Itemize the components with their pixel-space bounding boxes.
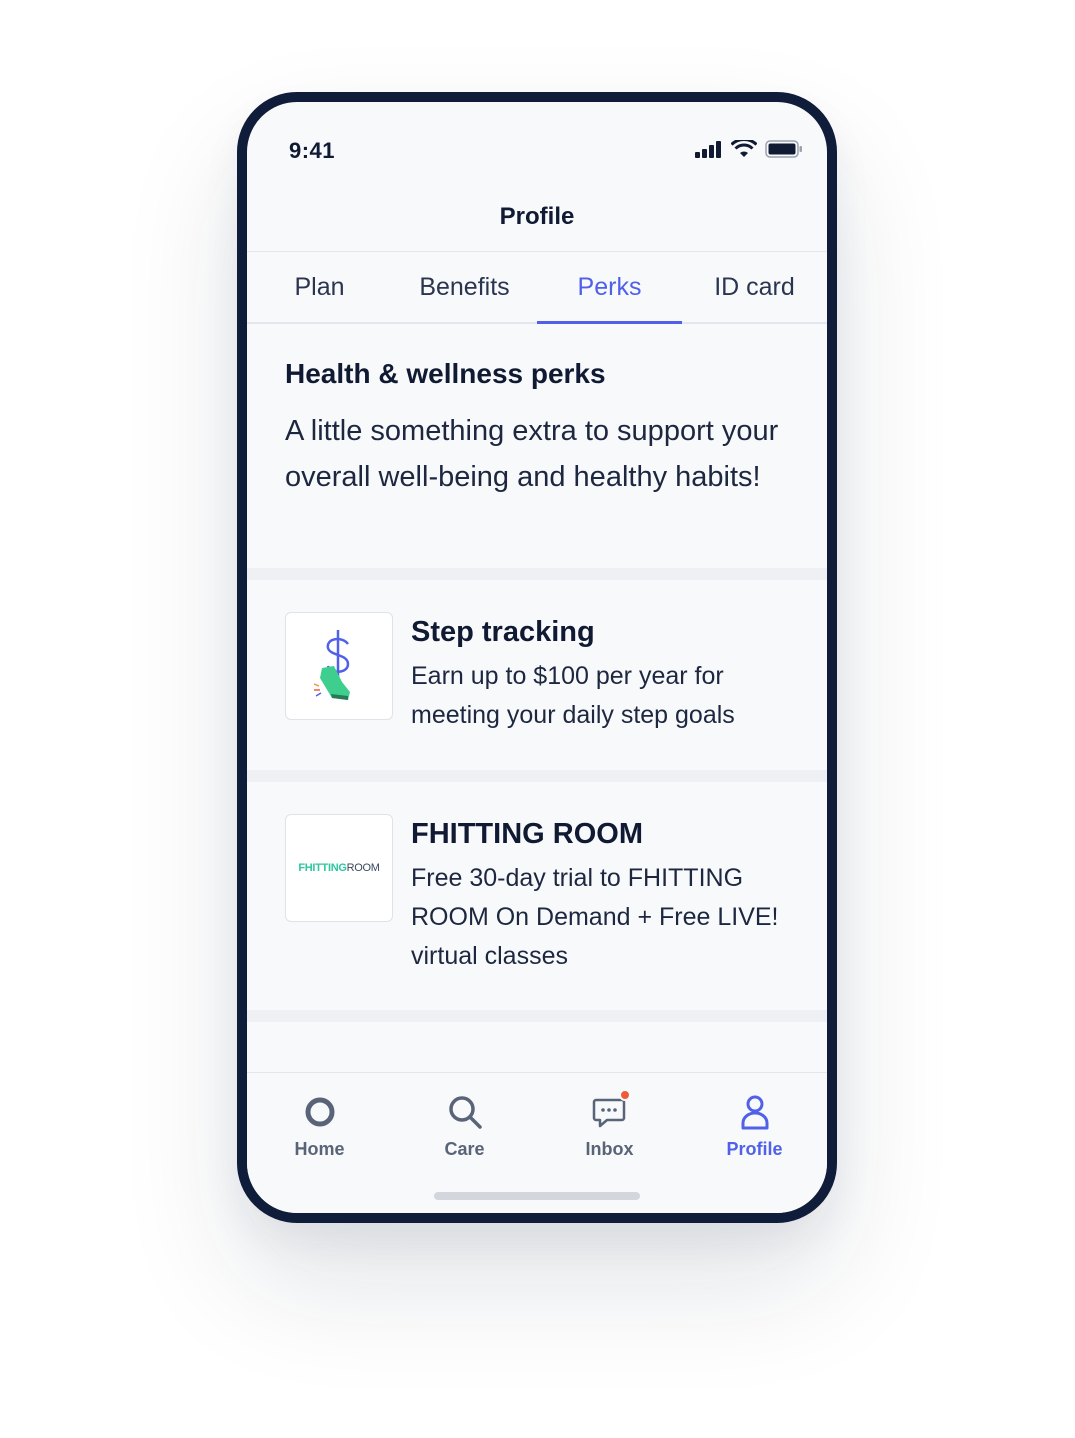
- fhitting-room-logo: FHITTINGROOM: [298, 862, 380, 874]
- section-divider: [247, 1010, 827, 1022]
- stage: 9:41 Profile Plan Benefits Perks ID card…: [0, 0, 1075, 1438]
- perk-text: FHITTING ROOM Free 30-day trial to FHITT…: [411, 818, 801, 976]
- nav-profile[interactable]: Profile: [682, 1093, 827, 1173]
- tab-id-card[interactable]: ID card: [682, 253, 827, 322]
- perk-title: Step tracking: [411, 616, 595, 648]
- sneaker-dollar-icon: [313, 630, 350, 700]
- section-divider: [247, 568, 827, 580]
- nav-home[interactable]: Home: [247, 1093, 392, 1173]
- perk-description: Earn up to $100 per year for meeting you…: [411, 662, 735, 729]
- perk-description: Free 30-day trial to FHITTING ROOM On De…: [411, 864, 779, 970]
- nav-inbox[interactable]: Inbox: [537, 1089, 682, 1173]
- tab-benefits[interactable]: Benefits: [392, 253, 537, 322]
- nav-label: Profile: [726, 1139, 783, 1159]
- status-bar: 9:41: [247, 102, 827, 182]
- perk-text: Step tracking Earn up to $100 per year f…: [411, 616, 801, 735]
- wifi-icon: [731, 140, 757, 157]
- status-icons: [695, 140, 803, 158]
- tab-plan[interactable]: Plan: [247, 253, 392, 322]
- nav-label: Inbox: [585, 1139, 634, 1159]
- perk-logo: [285, 612, 393, 720]
- nav-label: Home: [294, 1139, 345, 1159]
- page-title: Profile: [499, 202, 575, 230]
- home-icon: [305, 1097, 334, 1127]
- perks-heading: Health & wellness perks: [285, 358, 606, 389]
- battery-icon: [765, 140, 802, 158]
- notification-badge: [618, 1089, 631, 1101]
- chat-icon-wrap: [591, 1089, 631, 1131]
- search-icon: [448, 1096, 482, 1129]
- status-time: 9:41: [289, 138, 336, 163]
- signal-icon: [695, 141, 721, 158]
- nav-label: Care: [444, 1139, 485, 1159]
- perks-description: A little something extra to support your…: [285, 415, 779, 493]
- home-indicator: [434, 1192, 640, 1200]
- tab-bar: Plan Benefits Perks ID card: [247, 253, 827, 324]
- bottom-nav: Home Care Inbox Profile: [247, 1072, 827, 1213]
- perk-logo: FHITTINGROOM: [285, 814, 393, 922]
- phone-frame: 9:41 Profile Plan Benefits Perks ID card…: [237, 92, 837, 1223]
- page-header: Profile: [247, 182, 827, 252]
- person-icon: [741, 1095, 768, 1130]
- section-divider: [247, 770, 827, 782]
- nav-care[interactable]: Care: [392, 1093, 537, 1173]
- perks-intro: Health & wellness perks A little somethi…: [285, 358, 805, 500]
- tab-perks[interactable]: Perks: [537, 253, 682, 324]
- perk-title: FHITTING ROOM: [411, 818, 643, 850]
